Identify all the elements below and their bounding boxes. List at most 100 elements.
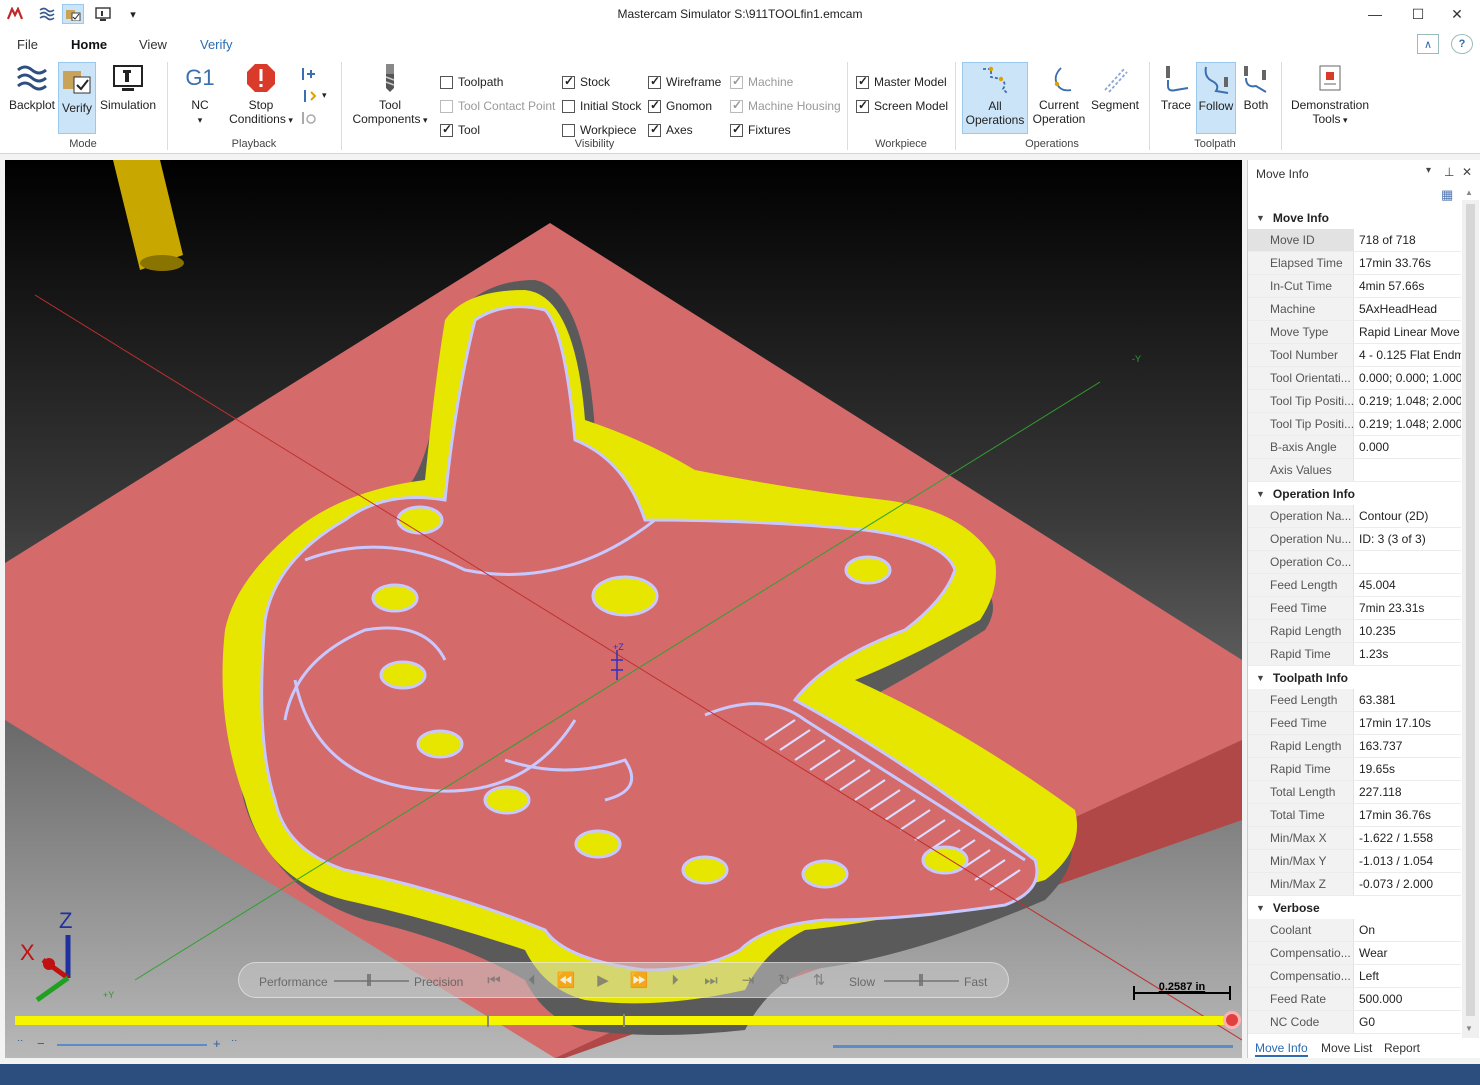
close-button[interactable]: ✕ xyxy=(1434,0,1480,28)
current-operation-button[interactable]: Current Operation xyxy=(1030,62,1088,134)
property-row[interactable]: Elapsed Time 17min 33.76s xyxy=(1248,252,1461,275)
checkbox-box[interactable] xyxy=(440,75,453,89)
trace-button[interactable]: Trace xyxy=(1157,62,1195,134)
property-row[interactable]: Feed Time 7min 23.31s xyxy=(1248,597,1461,620)
checkbox-screen-model[interactable]: Screen Model xyxy=(856,98,948,114)
scroll-down-icon[interactable]: ▼ xyxy=(1465,1024,1473,1033)
checkbox-box[interactable] xyxy=(856,74,869,89)
property-row[interactable]: In-Cut Time 4min 57.66s xyxy=(1248,275,1461,298)
checkbox-box[interactable] xyxy=(648,74,661,89)
simulation-button[interactable]: Simulation xyxy=(98,62,158,134)
speed-slider-thumb[interactable] xyxy=(919,974,923,986)
checkbox-initial-stock[interactable]: Initial Stock xyxy=(562,98,641,114)
zoom-out-button[interactable]: − xyxy=(37,1036,45,1051)
section-header[interactable]: ▼ Verbose xyxy=(1248,896,1461,919)
loop-icon[interactable]: ↻ xyxy=(772,972,796,990)
property-row[interactable]: Operation Nu... ID: 3 (3 of 3) xyxy=(1248,528,1461,551)
checkbox-master-model[interactable]: Master Model xyxy=(856,74,947,90)
property-row[interactable]: Tool Tip Positi... 0.219; 1.048; 2.000 xyxy=(1248,390,1461,413)
checkbox-tool[interactable]: Tool xyxy=(440,122,480,138)
collapse-chevron-icon[interactable]: ▼ xyxy=(1256,213,1265,223)
tab-home[interactable]: Home xyxy=(68,37,110,60)
checkbox-toolpath[interactable]: Toolpath xyxy=(440,74,503,90)
scroll-up-icon[interactable]: ▲ xyxy=(1465,188,1473,197)
jump-start-icon[interactable]: ⏮ xyxy=(482,972,506,990)
checkbox-axes[interactable]: Axes xyxy=(648,122,693,138)
tab-file[interactable]: File xyxy=(17,37,38,52)
stop-conditions-button[interactable]: Stop Conditions ▾ xyxy=(226,62,296,134)
checkbox-workpiece[interactable]: Workpiece xyxy=(562,122,636,138)
nc-button[interactable]: G1 NC ▾ xyxy=(178,62,222,134)
step-options-icon[interactable]: ⇥ xyxy=(736,972,760,990)
sync-icon[interactable]: ⇅ xyxy=(807,972,831,990)
property-row[interactable]: Rapid Time 19.65s xyxy=(1248,758,1461,781)
property-row[interactable]: Feed Length 45.004 xyxy=(1248,574,1461,597)
checkbox-stock[interactable]: Stock xyxy=(562,74,610,90)
step-options-icon[interactable]: ▾ xyxy=(298,88,330,106)
verify-button[interactable]: Verify xyxy=(58,62,96,134)
checkbox-fixtures[interactable]: Fixtures xyxy=(730,122,791,138)
grid-settings-icon[interactable]: ▦ xyxy=(1441,187,1453,203)
property-row[interactable]: Min/Max Y -1.013 / 1.054 xyxy=(1248,850,1461,873)
help-button[interactable]: ? xyxy=(1451,34,1473,54)
part-scene[interactable] xyxy=(5,160,1242,1058)
property-row[interactable]: Total Time 17min 36.76s xyxy=(1248,804,1461,827)
property-row[interactable]: Min/Max Z -0.073 / 2.000 xyxy=(1248,873,1461,896)
minimize-button[interactable]: — xyxy=(1352,0,1398,28)
property-row[interactable]: Move Type Rapid Linear Move xyxy=(1248,321,1461,344)
progress-handle[interactable] xyxy=(1223,1011,1241,1029)
property-row[interactable]: Operation Co... xyxy=(1248,551,1461,574)
checkbox-box[interactable] xyxy=(440,122,453,137)
jump-end-icon[interactable]: ⏭ xyxy=(699,972,723,990)
property-row[interactable]: Feed Time 17min 17.10s xyxy=(1248,712,1461,735)
checkbox-box[interactable] xyxy=(648,98,661,113)
zoom-slider[interactable] xyxy=(57,1044,207,1046)
checkbox-box[interactable] xyxy=(730,74,743,89)
property-row[interactable]: B-axis Angle 0.000 xyxy=(1248,436,1461,459)
property-row[interactable]: Feed Rate 500.000 xyxy=(1248,988,1461,1011)
checkbox-box[interactable] xyxy=(562,123,575,137)
collapse-ribbon-button[interactable]: ∧ xyxy=(1417,34,1439,54)
tab-view[interactable]: View xyxy=(139,37,167,52)
property-row[interactable]: Feed Length 63.381 xyxy=(1248,689,1461,712)
checkbox-box[interactable] xyxy=(562,74,575,89)
checkbox-wireframe[interactable]: Wireframe xyxy=(648,74,721,90)
zoom-extent-icon[interactable]: ⋅⋅ xyxy=(231,1036,237,1047)
checkbox-box[interactable] xyxy=(648,122,661,137)
property-row[interactable]: Min/Max X -1.622 / 1.558 xyxy=(1248,827,1461,850)
backplot-button[interactable]: Backplot xyxy=(6,62,58,134)
property-row[interactable]: Compensatio... Left xyxy=(1248,965,1461,988)
step-forward-icon[interactable] xyxy=(298,66,318,84)
section-header[interactable]: ▼ Move Info xyxy=(1248,206,1461,229)
property-row[interactable]: Rapid Length 163.737 xyxy=(1248,735,1461,758)
property-row[interactable]: Tool Tip Positi... 0.219; 1.048; 2.000 xyxy=(1248,413,1461,436)
property-row[interactable]: Move ID 718 of 718 xyxy=(1248,229,1461,252)
panel-close-icon[interactable]: ✕ xyxy=(1462,165,1472,179)
simulation-progress-track[interactable] xyxy=(15,1011,1241,1029)
checkbox-box[interactable] xyxy=(440,99,453,113)
tab-move-info[interactable]: Move Info xyxy=(1255,1041,1308,1057)
checkbox-gnomon[interactable]: Gnomon xyxy=(648,98,712,114)
follow-button[interactable]: Follow xyxy=(1196,62,1236,134)
property-row[interactable]: Tool Orientati... 0.000; 0.000; 1.000 xyxy=(1248,367,1461,390)
property-row[interactable]: Compensatio... Wear xyxy=(1248,942,1461,965)
simulation-viewport[interactable]: -Y +Z Z X +Y Performance Precision ⏮ ⏴ ⏪… xyxy=(5,160,1242,1058)
pin-icon[interactable]: ⊥ xyxy=(1444,165,1454,179)
property-row[interactable]: Axis Values xyxy=(1248,459,1461,482)
zoom-fit-icon[interactable]: ⋅⋅ xyxy=(17,1036,23,1047)
panel-scrollbar[interactable]: ▲ ▼ xyxy=(1462,188,1479,1038)
step-forward-icon[interactable]: ⏵ xyxy=(663,972,687,990)
collapse-chevron-icon[interactable]: ▼ xyxy=(1256,903,1265,913)
both-button[interactable]: Both xyxy=(1238,62,1274,134)
tab-verify[interactable]: Verify xyxy=(200,37,233,52)
step-back-icon[interactable]: ⏴ xyxy=(520,972,544,990)
segment-button[interactable]: Segment xyxy=(1090,62,1140,134)
collapse-chevron-icon[interactable]: ▼ xyxy=(1256,489,1265,499)
panel-dropdown-icon[interactable]: ▾ xyxy=(1426,165,1431,176)
scrollbar-thumb[interactable] xyxy=(1466,204,1475,1016)
fast-forward-icon[interactable]: ⏩ xyxy=(627,972,651,990)
section-header[interactable]: ▼ Operation Info xyxy=(1248,482,1461,505)
property-row[interactable]: Total Length 227.118 xyxy=(1248,781,1461,804)
demonstration-tools-button[interactable]: Demonstration Tools ▾ xyxy=(1288,62,1372,134)
property-row[interactable]: NC Code G0 xyxy=(1248,1011,1461,1034)
